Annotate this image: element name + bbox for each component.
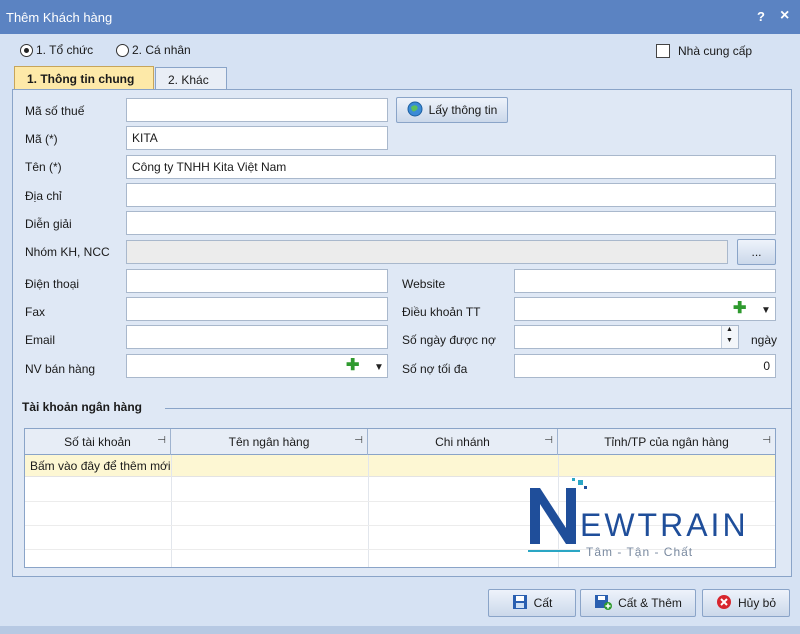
cancel-icon [716, 594, 732, 613]
window-title: Thêm Khách hàng [6, 10, 113, 25]
cancel-label: Hủy bỏ [737, 596, 777, 610]
radio-organization-label: 1. Tổ chức [36, 43, 94, 57]
bank-section-divider [165, 408, 792, 409]
supplier-checkbox-label: Nhà cung cấp [678, 44, 753, 58]
column-divider [368, 455, 369, 567]
column-header-province[interactable]: Tỉnh/TP của ngân hàng ⊣ [558, 429, 775, 455]
address-input[interactable] [126, 183, 776, 207]
floppy-disk-icon [512, 594, 528, 613]
email-label: Email [25, 333, 56, 347]
bottom-border [0, 626, 800, 634]
tab-general-info-label: 1. Thông tin chung [27, 72, 135, 86]
bank-section-title: Tài khoản ngân hàng [22, 400, 143, 414]
terms-label: Điều khoản TT [402, 305, 481, 319]
column-header-label: Tên ngân hàng [228, 435, 310, 449]
brand-tagline: Tâm - Tận - Chất [586, 545, 693, 559]
website-input[interactable] [514, 269, 776, 293]
column-header-label: Tỉnh/TP của ngân hàng [604, 435, 729, 449]
phone-label: Điện thoại [25, 277, 80, 291]
add-terms-icon[interactable]: ✚ [733, 301, 746, 317]
radio-organization[interactable]: 1. Tổ chức [20, 43, 93, 57]
phone-input[interactable] [126, 269, 388, 293]
column-header-branch[interactable]: Chi nhánh ⊣ [368, 429, 558, 455]
tax-code-label: Mã số thuế [25, 104, 85, 118]
spin-down-icon[interactable]: ▼ [726, 337, 733, 344]
tab-other-label: 2. Khác [168, 73, 209, 87]
group-picker-button[interactable]: ... [737, 239, 776, 265]
code-input[interactable]: KITA [126, 126, 388, 150]
address-label: Địa chỉ [25, 189, 62, 203]
save-and-add-button[interactable]: Cất & Thêm [580, 589, 696, 617]
radio-organization-indicator [20, 43, 33, 57]
add-new-row[interactable]: Bấm vào đây để thêm mới [25, 455, 775, 477]
salesperson-dropdown-icon[interactable]: ▼ [374, 362, 384, 373]
group-label: Nhóm KH, NCC [25, 245, 110, 259]
save-button[interactable]: Cất [488, 589, 576, 617]
cancel-button[interactable]: Hủy bỏ [702, 589, 790, 617]
column-header-label: Số tài khoản [64, 435, 131, 449]
fax-label: Fax [25, 305, 46, 319]
close-button[interactable]: × [780, 7, 789, 25]
globe-icon [407, 101, 423, 120]
days-input[interactable] [514, 325, 739, 349]
group-input[interactable] [126, 240, 728, 264]
spin-up-icon[interactable]: ▲ [726, 326, 733, 333]
days-label: Số ngày được nợ [402, 333, 496, 347]
pin-icon[interactable]: ⊣ [762, 435, 771, 446]
fetch-info-label: Lấy thông tin [428, 103, 498, 117]
salesperson-label: NV bán hàng [25, 362, 96, 376]
radio-individual-label: 2. Cá nhân [132, 43, 191, 57]
newtrain-watermark-logo: EWTRAIN Tâm - Tận - Chất [528, 478, 758, 560]
fetch-info-button[interactable]: Lấy thông tin [396, 97, 508, 123]
code-label: Mã (*) [25, 132, 58, 146]
brand-text: EWTRAIN [580, 507, 749, 543]
pin-icon[interactable]: ⊣ [354, 435, 363, 446]
help-button[interactable]: ? [757, 9, 765, 24]
name-input[interactable]: Công ty TNHH Kita Việt Nam [126, 155, 776, 179]
column-header-label: Chi nhánh [435, 435, 490, 449]
column-divider [171, 455, 172, 567]
column-header-bank-name[interactable]: Tên ngân hàng ⊣ [171, 429, 368, 455]
email-input[interactable] [126, 325, 388, 349]
title-bar: Thêm Khách hàng ? × [0, 0, 800, 34]
group-picker-label: ... [751, 245, 762, 259]
note-input[interactable] [126, 211, 776, 235]
save-label: Cất [533, 596, 553, 610]
website-label: Website [402, 277, 446, 291]
name-label: Tên (*) [25, 160, 62, 174]
terms-dropdown-icon[interactable]: ▼ [761, 305, 771, 316]
max-debt-label: Số nợ tối đa [402, 362, 468, 376]
tab-other[interactable]: 2. Khác [155, 67, 227, 91]
pin-icon[interactable]: ⊣ [157, 435, 166, 446]
radio-individual[interactable]: 2. Cá nhân [116, 43, 191, 57]
note-label: Diễn giải [25, 217, 72, 231]
supplier-checkbox-box[interactable] [656, 44, 670, 58]
pin-icon[interactable]: ⊣ [544, 435, 553, 446]
grid-header: Số tài khoản ⊣ Tên ngân hàng ⊣ Chi nhánh ⊣ … [25, 429, 775, 455]
fax-input[interactable] [126, 297, 388, 321]
column-header-account-number[interactable]: Số tài khoản ⊣ [25, 429, 171, 455]
save-add-icon [594, 594, 613, 613]
max-debt-input[interactable]: 0 [514, 354, 776, 378]
save-and-add-label: Cất & Thêm [618, 596, 682, 610]
days-unit: ngày [751, 333, 778, 347]
add-salesperson-icon[interactable]: ✚ [346, 358, 359, 374]
supplier-checkbox[interactable]: Nhà cung cấp [656, 44, 752, 58]
tax-code-input[interactable] [126, 98, 388, 122]
days-spinner[interactable]: ▲ ▼ [721, 326, 738, 348]
tab-general-info[interactable]: 1. Thông tin chung [14, 66, 154, 90]
radio-individual-indicator [116, 43, 129, 57]
